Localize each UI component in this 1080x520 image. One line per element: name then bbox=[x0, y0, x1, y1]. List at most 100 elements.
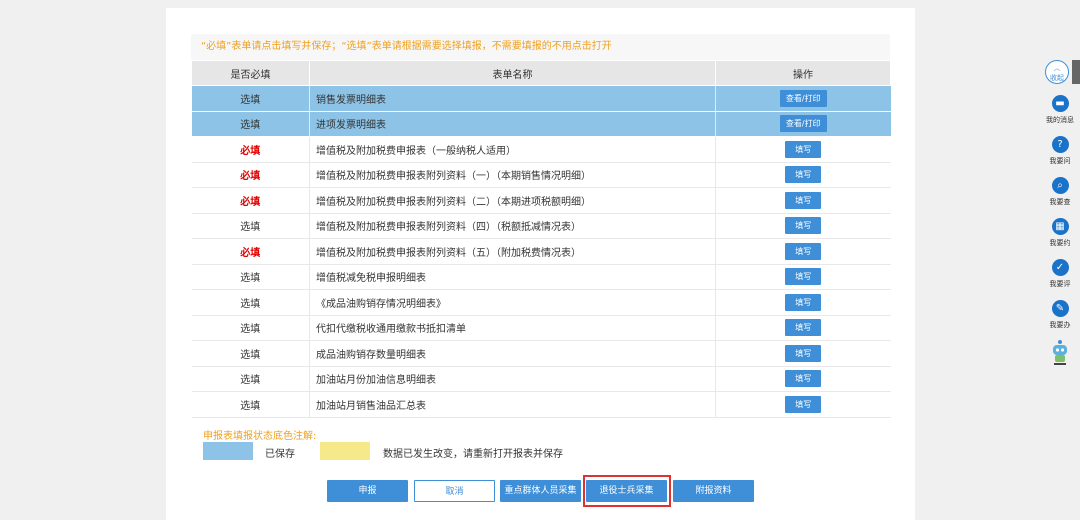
action-cell: 填写 bbox=[715, 213, 891, 239]
form-name-cell: 增值税及附加税费申报表附列资料（五）（附加税费情况表） bbox=[309, 238, 716, 265]
cancel-button[interactable]: 取消 bbox=[414, 480, 495, 502]
table-row: 选填 成品油购销存数量明细表 填写 bbox=[191, 340, 891, 367]
sidebar-item-label: 我的消息 bbox=[1046, 116, 1074, 124]
legend-changed-label: 数据已发生改变，请重新打开报表并保存 bbox=[383, 449, 563, 460]
action-cell: 查看/打印 bbox=[715, 85, 891, 112]
table-row: 选填 代扣代缴税收通用缴款书抵扣清单 填写 bbox=[191, 315, 891, 341]
sidebar-item-label: 我要评 bbox=[1049, 280, 1071, 288]
action-cell: 填写 bbox=[715, 315, 891, 341]
required-cell: 选填 bbox=[191, 340, 310, 367]
rating-icon: ✓ bbox=[1051, 259, 1069, 276]
form-name-cell: 加油站月销售油品汇总表 bbox=[309, 391, 716, 418]
fill-form-button[interactable]: 填写 bbox=[785, 344, 822, 362]
form-name-cell: 增值税及附加税费申报表（一般纳税人适用） bbox=[309, 136, 716, 163]
action-cell: 填写 bbox=[715, 264, 891, 290]
action-cell: 填写 bbox=[715, 162, 891, 188]
sidebar-item-ask[interactable]: ? 我要问 bbox=[1040, 136, 1080, 166]
table-row: 选填 《成品油购销存情况明细表》 填写 bbox=[191, 289, 891, 316]
action-cell: 查看/打印 bbox=[715, 111, 891, 137]
chevron-up-icon: ︿ bbox=[1053, 64, 1061, 72]
fill-form-button[interactable]: 填写 bbox=[785, 319, 822, 337]
legend-saved-label: 已保存 bbox=[265, 449, 295, 460]
search-icon: ⌕ bbox=[1051, 177, 1069, 194]
header-action: 操作 bbox=[715, 60, 891, 86]
highlight-box bbox=[583, 475, 671, 507]
action-cell: 填写 bbox=[715, 136, 891, 163]
form-name-cell: 销售发票明细表 bbox=[309, 85, 716, 112]
fill-form-button[interactable]: 填写 bbox=[785, 166, 822, 184]
sidebar-item-search[interactable]: ⌕ 我要查 bbox=[1040, 177, 1080, 207]
fill-form-button[interactable]: 填写 bbox=[785, 268, 822, 286]
legend-saved-swatch bbox=[203, 442, 253, 460]
header-required: 是否必填 bbox=[191, 60, 310, 86]
sidebar-item-label: 我要办 bbox=[1049, 321, 1071, 329]
sidebar-item-appointment[interactable]: ▦ 我要约 bbox=[1040, 218, 1080, 248]
table-row: 必填 增值税及附加税费申报表（一般纳税人适用） 填写 bbox=[191, 136, 891, 163]
required-cell: 选填 bbox=[191, 391, 310, 418]
notice-banner: “必填”表单请点击填写并保存；“选填”表单请根据需要选择填报，不需要填报的不用点… bbox=[191, 34, 890, 60]
sidebar-item-label: 我要查 bbox=[1049, 198, 1071, 206]
form-name-cell: 增值税及附加税费申报表附列资料（二）（本期进项税额明细） bbox=[309, 187, 716, 214]
fill-form-button[interactable]: 填写 bbox=[785, 370, 822, 388]
form-name-cell: 增值税减免税申报明细表 bbox=[309, 264, 716, 290]
action-cell: 填写 bbox=[715, 238, 891, 265]
sidebar-item-handle[interactable]: ✎ 我要办 bbox=[1040, 300, 1080, 330]
fill-form-button[interactable]: 填写 bbox=[785, 140, 822, 158]
required-cell: 选填 bbox=[191, 315, 310, 341]
action-cell: 填写 bbox=[715, 366, 891, 392]
required-cell: 选填 bbox=[191, 85, 310, 112]
required-cell: 选填 bbox=[191, 111, 310, 137]
required-cell: 必填 bbox=[191, 136, 310, 163]
attach-materials-button[interactable]: 附报资料 bbox=[673, 480, 754, 502]
collapse-button[interactable]: ︿ 收起 bbox=[1045, 60, 1069, 84]
robot-assistant-icon[interactable] bbox=[1050, 339, 1070, 367]
required-cell: 选填 bbox=[191, 213, 310, 239]
required-cell: 必填 bbox=[191, 187, 310, 214]
required-cell: 选填 bbox=[191, 366, 310, 392]
edit-icon: ✎ bbox=[1051, 300, 1069, 317]
sidebar-item-label: 我要约 bbox=[1049, 239, 1071, 247]
forms-table: 是否必填 表单名称 操作 选填 销售发票明细表 查看/打印 选填 进项发票明细表 查看/打… bbox=[191, 60, 891, 418]
question-icon: ? bbox=[1051, 136, 1069, 153]
table-row: 选填 加油站月份加油信息明细表 填写 bbox=[191, 366, 891, 392]
required-cell: 选填 bbox=[191, 264, 310, 290]
key-group-collect-button[interactable]: 重点群体人员采集 bbox=[500, 480, 581, 502]
form-name-cell: 《成品油购销存情况明细表》 bbox=[309, 289, 716, 316]
fill-form-button[interactable]: 填写 bbox=[785, 395, 822, 413]
required-cell: 选填 bbox=[191, 289, 310, 316]
legend-title: 申报表填报状态底色注解: bbox=[203, 431, 317, 442]
fill-form-button[interactable]: 填写 bbox=[785, 293, 822, 311]
sidebar-item-messages[interactable]: ▬ 我的消息 bbox=[1040, 95, 1080, 125]
action-cell: 填写 bbox=[715, 289, 891, 316]
form-name-cell: 成品油购销存数量明细表 bbox=[309, 340, 716, 367]
table-row: 选填 增值税减免税申报明细表 填写 bbox=[191, 264, 891, 290]
required-cell: 必填 bbox=[191, 238, 310, 265]
action-cell: 填写 bbox=[715, 187, 891, 214]
collapse-label: 收起 bbox=[1050, 74, 1064, 82]
fill-form-button[interactable]: 填写 bbox=[785, 217, 822, 235]
table-row: 必填 增值税及附加税费申报表附列资料（二）（本期进项税额明细） 填写 bbox=[191, 187, 891, 214]
calendar-icon: ▦ bbox=[1051, 218, 1069, 235]
view-print-button[interactable]: 查看/打印 bbox=[779, 115, 827, 133]
view-print-button[interactable]: 查看/打印 bbox=[779, 89, 827, 107]
fill-form-button[interactable]: 填写 bbox=[785, 242, 822, 260]
sidebar-item-label: 我要问 bbox=[1049, 157, 1071, 165]
table-header-row: 是否必填 表单名称 操作 bbox=[191, 60, 891, 86]
action-cell: 填写 bbox=[715, 391, 891, 418]
required-cell: 必填 bbox=[191, 162, 310, 188]
legend-changed-swatch bbox=[320, 442, 370, 460]
table-row: 必填 增值税及附加税费申报表附列资料（五）（附加税费情况表） 填写 bbox=[191, 238, 891, 265]
table-row: 选填 销售发票明细表 查看/打印 bbox=[191, 85, 891, 112]
form-name-cell: 增值税及附加税费申报表附列资料（四）（税额抵减情况表） bbox=[309, 213, 716, 239]
form-name-cell: 代扣代缴税收通用缴款书抵扣清单 bbox=[309, 315, 716, 341]
form-name-cell: 增值税及附加税费申报表附列资料（一）（本期销售情况明细） bbox=[309, 162, 716, 188]
header-form-name: 表单名称 bbox=[309, 60, 716, 86]
table-row: 选填 增值税及附加税费申报表附列资料（四）（税额抵减情况表） 填写 bbox=[191, 213, 891, 239]
table-row: 选填 加油站月销售油品汇总表 填写 bbox=[191, 391, 891, 418]
table-row: 选填 进项发票明细表 查看/打印 bbox=[191, 111, 891, 137]
sidebar-edge-tab[interactable] bbox=[1072, 60, 1080, 84]
fill-form-button[interactable]: 填写 bbox=[785, 191, 822, 209]
table-row: 必填 增值税及附加税费申报表附列资料（一）（本期销售情况明细） 填写 bbox=[191, 162, 891, 188]
submit-button[interactable]: 申报 bbox=[327, 480, 408, 502]
sidebar-item-rate[interactable]: ✓ 我要评 bbox=[1040, 259, 1080, 289]
